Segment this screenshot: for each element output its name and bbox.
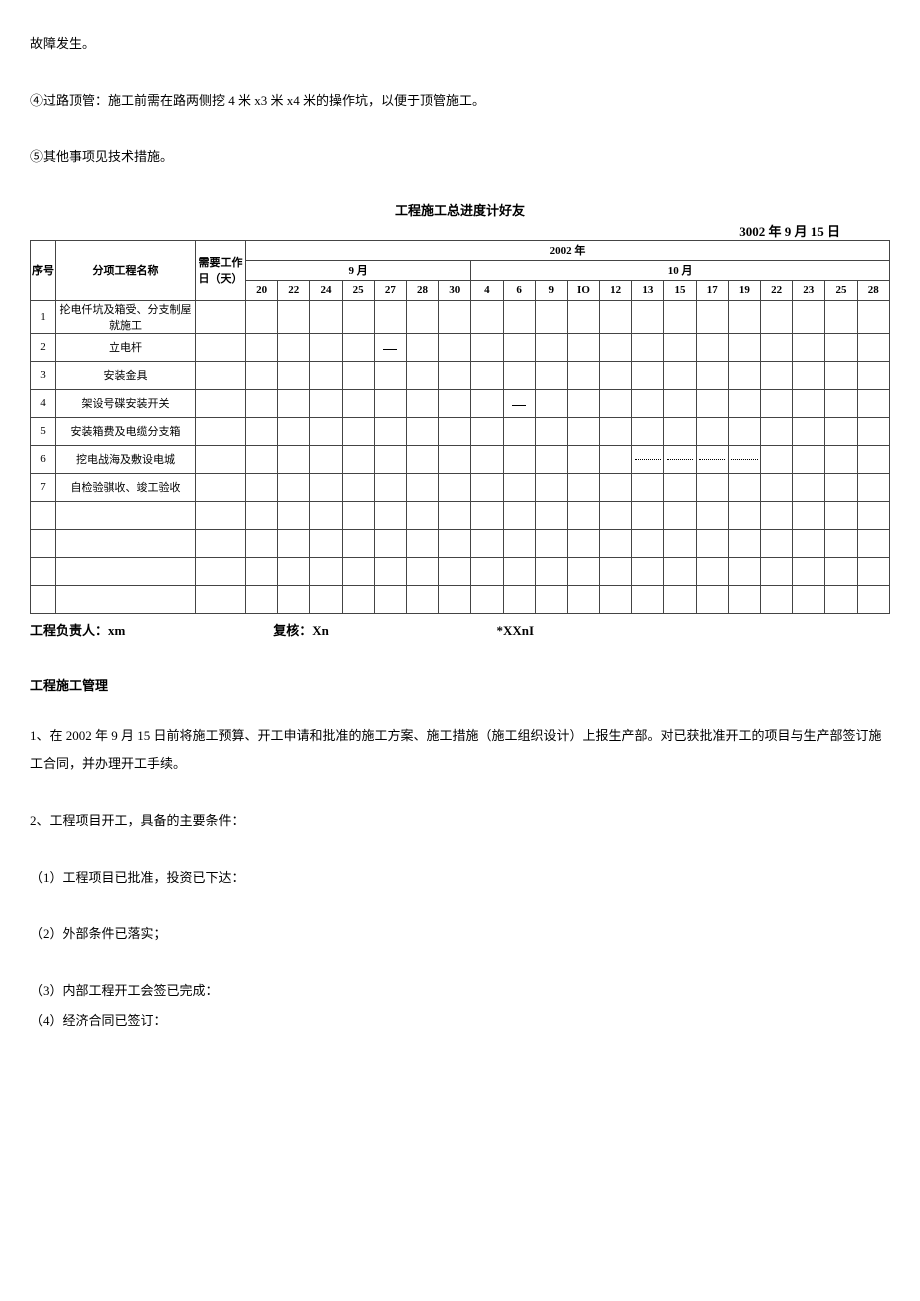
gantt-bar — [664, 445, 696, 473]
row-name: 挖电战海及敷设电城 — [56, 445, 196, 473]
row-num: 7 — [31, 473, 56, 501]
table-row — [31, 529, 890, 557]
row-name: 安装箱费及电缆分支箱 — [56, 417, 196, 445]
table-row — [31, 501, 890, 529]
gantt-bar — [632, 445, 664, 473]
day-head: IO — [567, 280, 599, 300]
gantt-bar — [696, 445, 728, 473]
day-head: 9 — [535, 280, 567, 300]
day-head: 25 — [342, 280, 374, 300]
table-row: 4 架设号碟安装开关 — [31, 389, 890, 417]
day-head: 17 — [696, 280, 728, 300]
day-head: 25 — [825, 280, 857, 300]
table-row: 1 抡电仟坑及箱受、分支制屋就施工 — [31, 300, 890, 333]
day-head: 20 — [246, 280, 278, 300]
gantt-bar — [374, 333, 406, 361]
paragraph-2: ④过路顶管：施工前需在路两侧挖 4 米 x3 米 x4 米的操作坑，以便于顶管施… — [30, 87, 890, 116]
header-seq: 序号 — [31, 240, 56, 300]
gantt-table: 序号 分项工程名称 需要工作日（天） 2002 年 9 月 10 月 20 22… — [30, 240, 890, 614]
management-item-1: 1、在 2002 年 9 月 15 日前将施工预算、开工申请和批准的施工方案、施… — [30, 722, 890, 779]
management-item-2: 2、工程项目开工，具备的主要条件： — [30, 807, 890, 836]
day-head: 13 — [632, 280, 664, 300]
day-head: 15 — [664, 280, 696, 300]
table-row: 5 安装箱费及电缆分支箱 — [31, 417, 890, 445]
day-head: 19 — [728, 280, 760, 300]
row-num: 4 — [31, 389, 56, 417]
table-row — [31, 557, 890, 585]
day-head: 22 — [278, 280, 310, 300]
day-head: 30 — [439, 280, 471, 300]
header-days: 需要工作日（天） — [196, 240, 246, 300]
day-head: 22 — [761, 280, 793, 300]
paragraph-1: 故障发生。 — [30, 30, 890, 59]
management-item-6: （4）经济合同已签订： — [30, 1007, 890, 1036]
day-head: 23 — [793, 280, 825, 300]
row-name: 架设号碟安装开关 — [56, 389, 196, 417]
day-head: 28 — [406, 280, 438, 300]
gantt-bar — [503, 389, 535, 417]
header-year: 2002 年 — [246, 240, 890, 260]
day-head: 12 — [600, 280, 632, 300]
section-heading: 工程施工管理 — [30, 675, 890, 694]
header-name: 分项工程名称 — [56, 240, 196, 300]
reviewer: 复核：Xn — [273, 620, 493, 639]
row-num: 6 — [31, 445, 56, 473]
header-month-oct: 10 月 — [471, 260, 890, 280]
management-item-5: （3）内部工程开工会签已完成： — [30, 977, 890, 1006]
table-footer: 工程负责人：xm 复核：Xn *XXnI — [30, 620, 890, 639]
project-lead: 工程负责人：xm — [30, 620, 270, 639]
footer-right: *XXnI — [497, 623, 535, 639]
header-month-sep: 9 月 — [246, 260, 471, 280]
row-num: 3 — [31, 361, 56, 389]
management-item-4: （2）外部条件已落实； — [30, 920, 890, 949]
day-head: 28 — [857, 280, 889, 300]
row-name: 自检验骐收、竣工验收 — [56, 473, 196, 501]
row-num: 1 — [31, 300, 56, 333]
table-row: 2 立电杆 — [31, 333, 890, 361]
row-num: 5 — [31, 417, 56, 445]
chart-title: 工程施工总进度计好友 — [30, 200, 890, 219]
gantt-bar — [728, 445, 760, 473]
chart-date: 3002 年 9 月 15 日 — [30, 221, 890, 240]
day-head: 6 — [503, 280, 535, 300]
day-head: 27 — [374, 280, 406, 300]
day-head: 24 — [310, 280, 342, 300]
row-num: 2 — [31, 333, 56, 361]
table-row: 7 自检验骐收、竣工验收 — [31, 473, 890, 501]
row-name: 安装金具 — [56, 361, 196, 389]
row-name: 抡电仟坑及箱受、分支制屋就施工 — [56, 300, 196, 333]
row-name: 立电杆 — [56, 333, 196, 361]
table-row — [31, 585, 890, 613]
table-row: 3 安装金具 — [31, 361, 890, 389]
day-head: 4 — [471, 280, 503, 300]
paragraph-3: ⑤其他事项见技术措施。 — [30, 143, 890, 172]
table-row: 6 挖电战海及敷设电城 — [31, 445, 890, 473]
management-item-3: （1）工程项目已批准，投资已下达： — [30, 864, 890, 893]
